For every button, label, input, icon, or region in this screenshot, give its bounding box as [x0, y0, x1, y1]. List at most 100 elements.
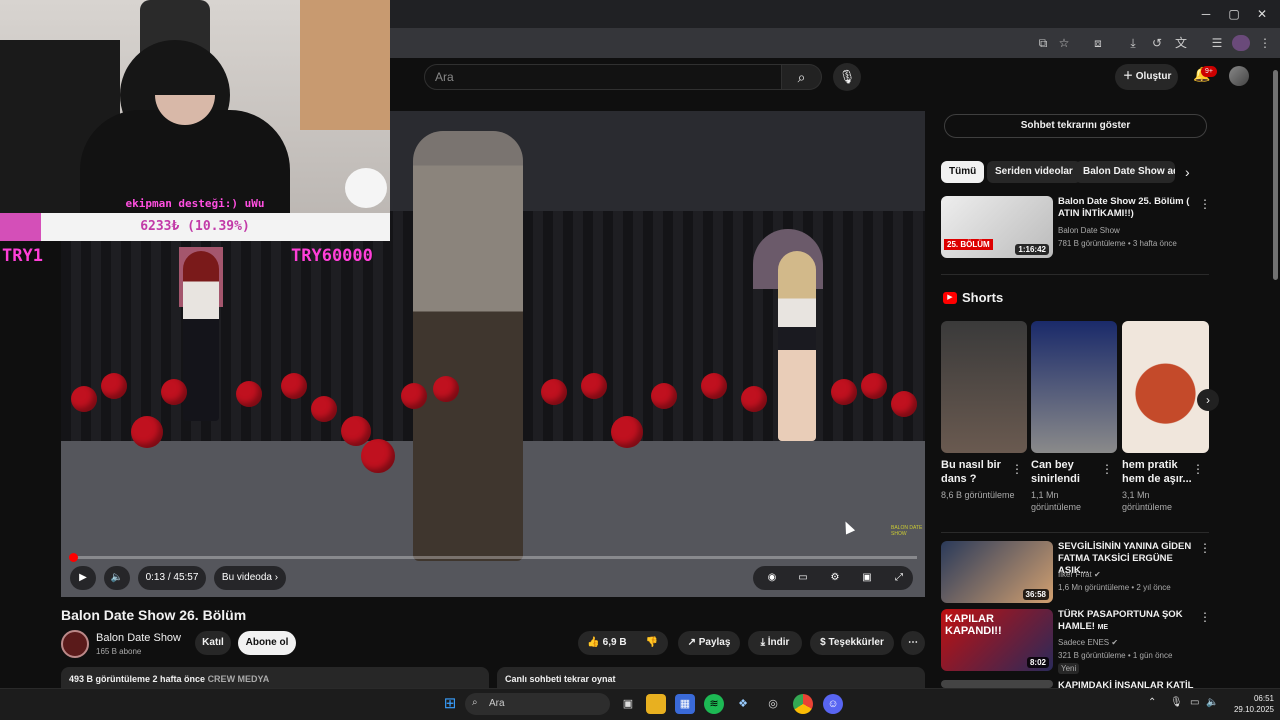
more-vert-icon[interactable]: ⋮	[1199, 541, 1211, 555]
verified-icon: ✔	[1094, 570, 1101, 579]
video-title-link[interactable]: KAPIMDAKİ İNSANLAR KATİL	[1058, 680, 1198, 688]
search-input[interactable]: Ara	[424, 64, 782, 90]
windows-start-icon[interactable]: ⊞	[440, 694, 460, 714]
chip-channel[interactable]: Balon Date Show adl	[1075, 161, 1175, 183]
short-thumbnail[interactable]	[1122, 321, 1209, 453]
channel-avatar[interactable]	[61, 630, 89, 658]
install-app-icon[interactable]: ⧉	[1034, 35, 1052, 51]
donation-goal-min: TRY1	[2, 246, 43, 266]
short-thumbnail[interactable]	[1031, 321, 1117, 453]
short-title[interactable]: hem pratik hem de aşır...	[1122, 458, 1198, 486]
more-vert-icon[interactable]: ⋮	[1101, 462, 1113, 476]
short-title[interactable]: Can bey sinirlendi	[1031, 458, 1107, 486]
clock-date: 29.10.2025	[1233, 705, 1274, 714]
subscribe-button[interactable]: Abone ol	[238, 631, 296, 655]
video-thumbnail[interactable]: 36:58	[941, 541, 1053, 603]
description-hashtag[interactable]: CREW MEDYA	[208, 674, 270, 684]
clock-time: 06:51	[1253, 694, 1274, 703]
short-title[interactable]: Bu nasıl bir dans ?	[941, 458, 1017, 486]
chrome-icon[interactable]	[793, 694, 813, 714]
progress-bar[interactable]	[72, 556, 917, 559]
short-thumbnail[interactable]	[941, 321, 1027, 453]
video-duration: 36:58	[1022, 589, 1049, 600]
chevron-right-icon[interactable]: ›	[1185, 164, 1190, 180]
discord-icon[interactable]: ☺	[823, 694, 843, 714]
video-thumbnail[interactable]: 25. BÖLÜM 1:16:42	[941, 196, 1053, 258]
settings-gear-icon[interactable]: ⚙	[823, 566, 847, 590]
channel-subscribers: 165 B abone	[96, 647, 142, 656]
taskbar-clock[interactable]: 06:51 29.10.2025	[1222, 693, 1274, 715]
volume-icon[interactable]: 🔈	[104, 566, 130, 590]
video-channel[interactable]: Sadece ENES ✔	[1058, 637, 1118, 648]
profile-avatar[interactable]	[1232, 35, 1250, 51]
download-button[interactable]: ⤓ İndir	[748, 631, 802, 655]
extensions-icon[interactable]: ⧈	[1089, 35, 1107, 51]
video-thumbnail[interactable]: KAPILAR KAPANDI!! 8:02	[941, 609, 1053, 671]
app-icon[interactable]: ❖	[733, 694, 753, 714]
more-vert-icon[interactable]: ⋮	[1199, 610, 1211, 624]
browser-menu-icon[interactable]: ⋮	[1256, 35, 1274, 51]
video-meta: 321 B görüntüleme • 1 gün önce	[1058, 651, 1173, 660]
shorts-heading: Shorts	[962, 290, 1004, 305]
video-title-link[interactable]: TÜRK PASAPORTUNA ŞOK HAMLE! ME	[1058, 609, 1198, 634]
autoplay-toggle-icon[interactable]: ◉	[760, 566, 784, 590]
chip-series[interactable]: Seriden videolar	[987, 161, 1081, 183]
speaker-icon[interactable]: 🔈	[1206, 697, 1218, 708]
share-button[interactable]: ↗ Paylaş	[678, 631, 740, 655]
video-channel[interactable]: Balon Date Show	[1058, 225, 1120, 236]
downloads-icon[interactable]: ⤓	[1124, 35, 1142, 51]
video-scene-right	[643, 111, 925, 597]
video-duration: 1:16:42	[1015, 244, 1049, 255]
translate-icon[interactable]: 文	[1172, 35, 1190, 51]
fullscreen-icon[interactable]: ⤢	[887, 566, 911, 590]
reading-list-icon[interactable]: ☰	[1208, 35, 1226, 51]
more-actions-icon[interactable]: ⋯	[901, 631, 925, 655]
history-icon[interactable]: ↺	[1148, 35, 1166, 51]
search-icon[interactable]: ⌕	[782, 64, 822, 90]
account-avatar[interactable]	[1229, 66, 1249, 86]
steam-icon[interactable]: ◎	[763, 694, 783, 714]
divider	[941, 274, 1209, 275]
more-vert-icon[interactable]: ⋮	[1192, 462, 1204, 476]
like-button[interactable]: 👍 6,9 B	[580, 631, 634, 655]
file-explorer-icon[interactable]	[646, 694, 666, 714]
thumbs-down-icon[interactable]: 👎	[638, 631, 666, 655]
video-title-suffix: ME	[1097, 624, 1109, 631]
play-icon[interactable]: ▶	[70, 566, 96, 590]
chip-all[interactable]: Tümü	[941, 161, 985, 183]
bookmark-star-icon[interactable]: ☆	[1055, 35, 1073, 51]
subtitles-icon[interactable]: ▭	[791, 566, 815, 590]
minimize-icon[interactable]: ─	[1196, 6, 1216, 22]
spotify-icon[interactable]: ≋	[704, 694, 724, 714]
views-date: 493 B görüntüleme 2 hafta önce	[69, 674, 206, 684]
theater-mode-icon[interactable]: ▣	[855, 566, 879, 590]
video-channel[interactable]: İlker Fırat ✔	[1058, 569, 1101, 580]
scrollbar-thumb[interactable]	[1273, 70, 1278, 280]
video-title-link[interactable]: Balon Date Show 25. Bölüm ( ATIN İNTİKAM…	[1058, 196, 1198, 220]
more-vert-icon[interactable]: ⋮	[1199, 197, 1211, 211]
scrubber-handle[interactable]	[69, 553, 78, 562]
chevron-right-icon[interactable]: ›	[1197, 389, 1219, 411]
tray-chevron-up-icon[interactable]: ⌃	[1148, 697, 1156, 708]
thanks-button[interactable]: $ Teşekkürler	[810, 631, 894, 655]
microphone-icon[interactable]: 🎙	[833, 63, 861, 91]
video-duration: 8:02	[1026, 657, 1049, 668]
in-video-button[interactable]: Bu videoda ›	[214, 566, 286, 590]
task-view-icon[interactable]: ▣	[618, 694, 638, 714]
join-button[interactable]: Katıl	[195, 631, 231, 655]
channel-label: Sadece ENES	[1058, 638, 1110, 647]
maximize-icon[interactable]: ▢	[1224, 6, 1244, 22]
show-chat-replay-button[interactable]: Sohbet tekrarını göster	[944, 114, 1207, 138]
network-icon[interactable]: ▭	[1190, 697, 1199, 708]
taskbar-search[interactable]: Ara	[465, 693, 610, 715]
video-thumbnail[interactable]	[941, 680, 1053, 688]
short-views: 8,6 B görüntüleme	[941, 490, 1015, 500]
time-display: 0:13 / 45:57	[138, 566, 206, 590]
more-vert-icon[interactable]: ⋮	[1011, 462, 1023, 476]
microphone-icon[interactable]: 🎙	[1170, 697, 1183, 708]
close-icon[interactable]: ✕	[1252, 6, 1272, 22]
video-title-text: TÜRK PASAPORTUNA ŞOK HAMLE!	[1058, 609, 1183, 632]
channel-name[interactable]: Balon Date Show	[96, 632, 181, 644]
store-icon[interactable]: ▦	[675, 694, 695, 714]
create-button[interactable]: ＋ Oluştur	[1115, 64, 1178, 90]
